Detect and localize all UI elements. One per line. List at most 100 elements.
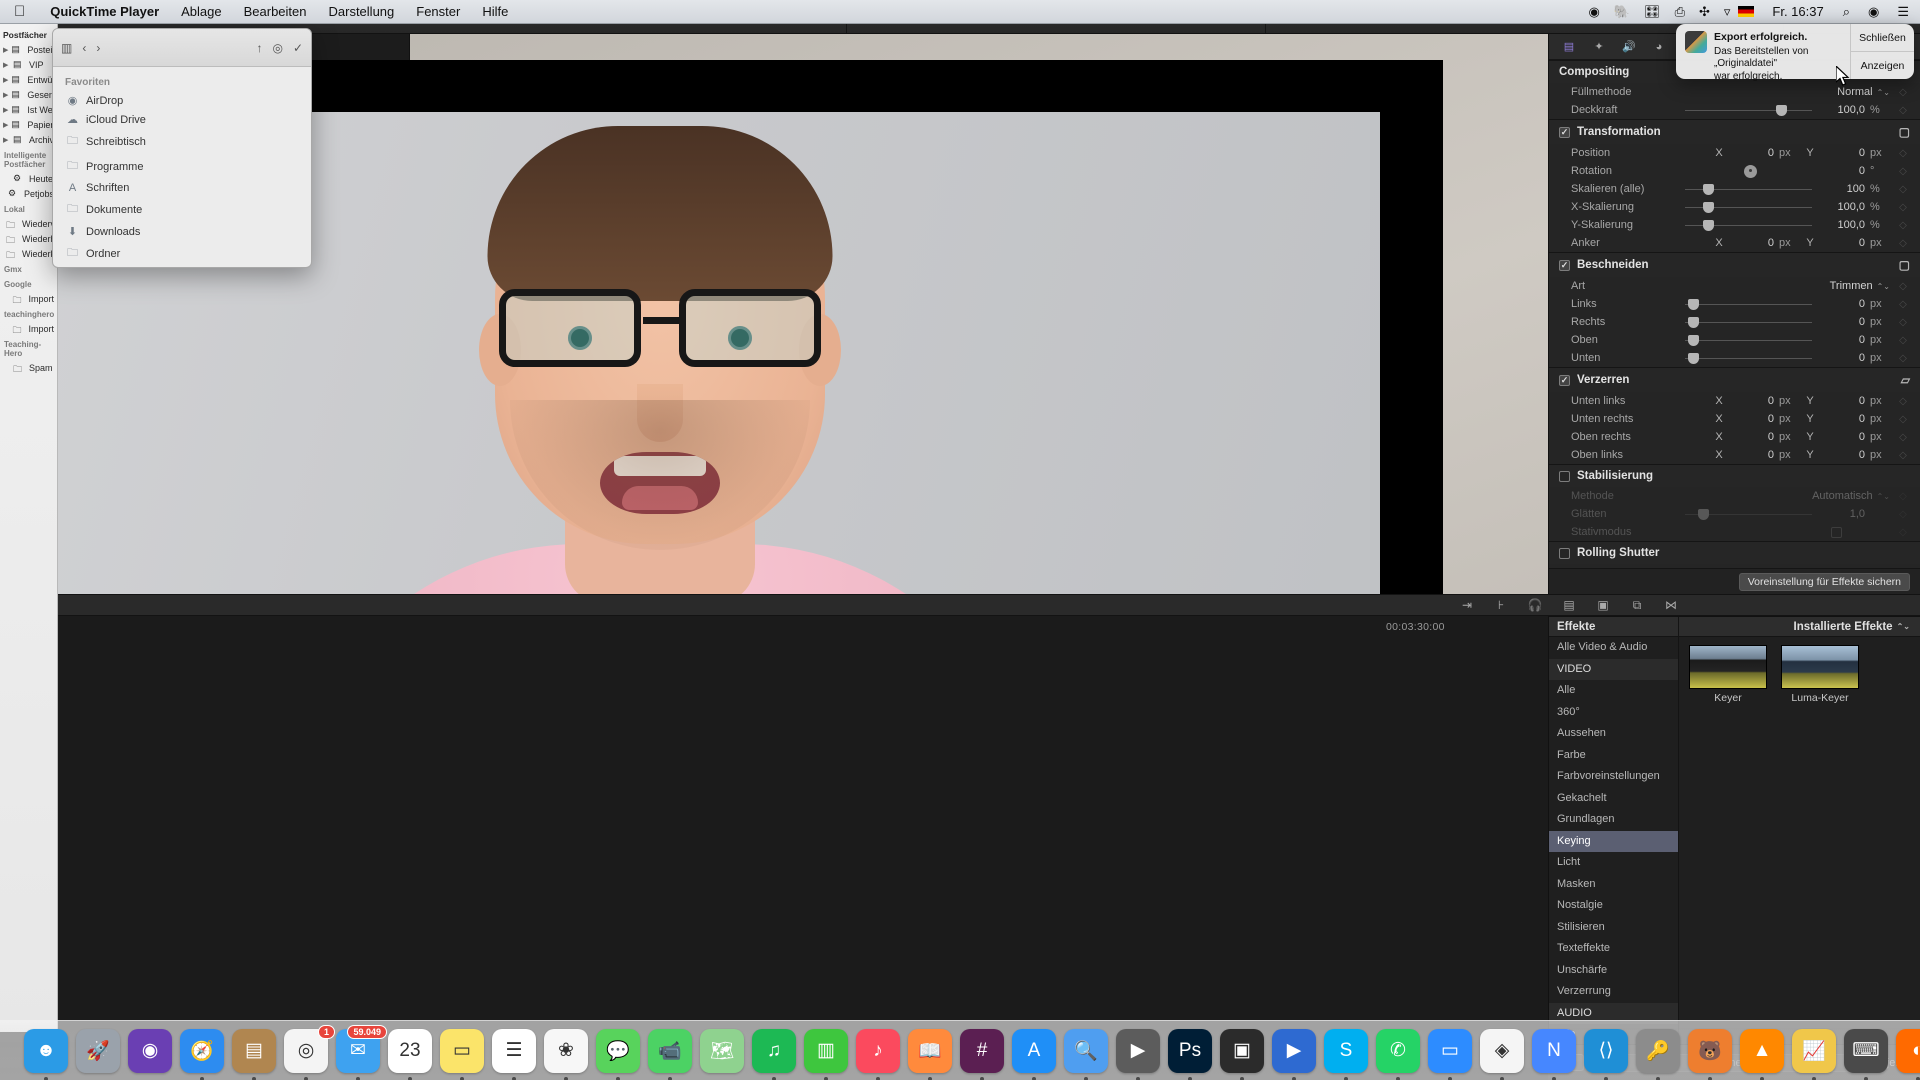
slider-knob[interactable] xyxy=(1776,104,1788,116)
dock-item-facetime[interactable]: 📹 xyxy=(648,1028,692,1080)
menu-items[interactable]: Ablage Bearbeiten Darstellung Fenster Hilfe xyxy=(170,4,519,19)
dock-item-siri[interactable]: ◉ xyxy=(128,1028,172,1073)
dock-item-calendar[interactable]: 23 xyxy=(388,1028,432,1080)
property-slider[interactable] xyxy=(1685,316,1812,328)
mail-sidebar-item[interactable]: ▶ ▤ VIP xyxy=(0,57,57,72)
video-inspector-icon[interactable]: ▤ xyxy=(1561,39,1577,55)
back-icon[interactable]: ‹ xyxy=(82,41,86,55)
dock-item-bear[interactable]: 🐻 xyxy=(1688,1028,1732,1080)
effects-category-nostalgie[interactable]: Nostalgie xyxy=(1549,895,1678,917)
dock-item-mail[interactable]: ✉ 59.049 xyxy=(336,1024,387,1080)
audio-meters-icon[interactable]: ⊦ xyxy=(1492,596,1510,614)
detach-icon[interactable]: ⧉ xyxy=(1628,596,1646,614)
inspector-property-row[interactable]: Rotation 0 ° ◇ xyxy=(1549,162,1920,180)
macos-dock[interactable]: ☻ 🚀 ◉ 🧭 ▤ ◎ 1 ✉ 59.049 23 ▭ ☰ ❀ 💬 📹 🗺 ♫ ▥ ♪ 📖 # A 🔍 ▶ Ps ▣ ▶ S ✆ ▭ ◈ N ⟨… xyxy=(0,1020,1920,1080)
finder-favorites-list[interactable]: ◉ AirDrop ☁ iCloud Drive 🗀 Schreibtisch 🗀 Progr… xyxy=(59,91,305,266)
property-slider[interactable] xyxy=(1685,201,1812,213)
notification-close-button[interactable]: Schließen xyxy=(1851,24,1914,51)
inspector-property-row[interactable]: Unten links X 0 px Y 0 px ◇ xyxy=(1549,392,1920,410)
dock-item-preview[interactable]: 🔍 xyxy=(1064,1028,1108,1080)
slider-knob[interactable] xyxy=(1687,298,1699,310)
dock-item-messages[interactable]: 💬 xyxy=(596,1028,640,1080)
effects-category-stilisieren[interactable]: Stilisieren xyxy=(1549,917,1678,939)
inspector-property-row[interactable]: Methode Automatisch ⌃⌄ ◇ xyxy=(1549,487,1920,505)
inspector-property-row[interactable]: Glätten 1,0 ◇ xyxy=(1549,505,1920,523)
evernote-icon[interactable]: 🐘 xyxy=(1608,4,1636,20)
menu-status-icons[interactable]: ◉ 🐘 🎛 ⎙ ✣ ▿ xyxy=(1575,4,1763,20)
inspector-section-header[interactable]: Stabilisierung xyxy=(1549,464,1920,487)
finder-toolbar[interactable]: ▥ ‹ › ↑ ◎ ✓ xyxy=(53,29,311,67)
mail-sidebar-item[interactable]: 🗀Wiedervorlage xyxy=(0,216,57,231)
inspector-property-row[interactable]: Skalieren (alle) 100% ◇ xyxy=(1549,180,1920,198)
effect-item[interactable]: Luma-Keyer xyxy=(1781,645,1859,704)
dock-item-keyboard[interactable]: ⌨ xyxy=(1844,1028,1888,1080)
finder-window[interactable]: ▥ ‹ › ↑ ◎ ✓ Favoriten ◉ AirDrop ☁ iCloud Dr… xyxy=(52,28,312,268)
effects-category-farbvoreinstellungen[interactable]: Farbvoreinstellungen xyxy=(1549,766,1678,788)
dock-item-skype[interactable]: S xyxy=(1324,1028,1368,1080)
menu-item-bearbeiten[interactable]: Bearbeiten xyxy=(233,4,318,19)
timeline-toolbar[interactable]: ⇥ ⊦ 🎧 ▤ ▣ ⧉ ⋈ xyxy=(0,594,1920,616)
effects-category-video[interactable]: VIDEO xyxy=(1549,658,1678,680)
slider-knob[interactable] xyxy=(1697,508,1709,520)
notification-banner[interactable]: Export erfolgreich. Das Bereitstellen vo… xyxy=(1676,24,1914,82)
rotation-dial[interactable] xyxy=(1744,164,1757,178)
audio-inspector-icon[interactable]: 🔊 xyxy=(1621,39,1637,55)
property-slider[interactable] xyxy=(1685,508,1812,520)
inspector-property-row[interactable]: Position X 0 px Y 0 px ◇ xyxy=(1549,144,1920,162)
installed-effects-popup[interactable]: Installierte Effekte ⌃⌄ xyxy=(1679,621,1920,633)
mail-sidebar-item[interactable]: ▶ ▤ Archiv xyxy=(0,132,57,147)
finder-sidebar-item[interactable]: ⬇ Downloads xyxy=(59,222,305,241)
generator-inspector-icon[interactable]: ✦ xyxy=(1591,39,1607,55)
dock-item-keychain[interactable]: 🔑 xyxy=(1636,1028,1680,1080)
slider-knob[interactable] xyxy=(1702,219,1714,231)
property-slider[interactable] xyxy=(1685,104,1812,116)
dock-item-launchpad[interactable]: 🚀 xyxy=(76,1028,120,1073)
notification-show-button[interactable]: Anzeigen xyxy=(1851,51,1914,79)
effects-category-licht[interactable]: Licht xyxy=(1549,852,1678,874)
inspector-property-row[interactable]: Unten rechts X 0 px Y 0 px ◇ xyxy=(1549,410,1920,428)
bartender-icon[interactable]: 🎛 xyxy=(1638,4,1667,20)
airplay-icon[interactable]: ⎙ xyxy=(1669,4,1691,20)
effects-category-texteffekte[interactable]: Texteffekte xyxy=(1549,938,1678,960)
inspector-property-row[interactable]: Oben rechts X 0 px Y 0 px ◇ xyxy=(1549,428,1920,446)
effects-category-grundlagen[interactable]: Grundlagen xyxy=(1549,809,1678,831)
finder-sidebar-item[interactable]: ☁ iCloud Drive xyxy=(59,110,305,129)
mail-sidebar-item[interactable]: ⚙ Heute xyxy=(0,171,57,186)
disclosure-triangle-icon[interactable]: ▶ xyxy=(3,136,10,144)
section-enable-checkbox[interactable] xyxy=(1559,470,1570,482)
dock-item-finder[interactable]: ☻ xyxy=(24,1028,68,1080)
notification-center-icon[interactable]: ☰ xyxy=(1888,4,1920,20)
property-slider[interactable] xyxy=(1685,334,1812,346)
slider-knob[interactable] xyxy=(1687,316,1699,328)
dock-item-slack[interactable]: # xyxy=(960,1028,1004,1080)
property-value-x[interactable]: 0 xyxy=(1730,449,1774,461)
effects-grid[interactable]: Keyer Luma-Keyer xyxy=(1679,637,1920,1044)
effects-category-gekachelt[interactable]: Gekachelt xyxy=(1549,788,1678,810)
effects-category-masken[interactable]: Masken xyxy=(1549,874,1678,896)
dock-item-nord-vpn[interactable]: N xyxy=(1532,1028,1576,1080)
fcp-effects-browser[interactable]: Effekte Installierte Effekte ⌃⌄ Alle Vid… xyxy=(1548,616,1920,1044)
dock-item-spotify[interactable]: ♫ xyxy=(752,1028,796,1080)
effects-category-unsch-rfe[interactable]: Unschärfe xyxy=(1549,960,1678,982)
property-popup[interactable]: Automatisch ⌃⌄ xyxy=(1812,490,1890,502)
mail-sidebar-item[interactable]: ▶▤Entwürfe xyxy=(0,72,57,87)
menu-app-name[interactable]: QuickTime Player xyxy=(39,4,170,19)
section-enable-checkbox[interactable]: ✓ xyxy=(1559,374,1570,386)
dock-item-safari[interactable]: 🧭 xyxy=(180,1028,224,1080)
sync-icon[interactable]: ⋈ xyxy=(1662,596,1680,614)
dock-item-music[interactable]: ♪ xyxy=(856,1028,900,1080)
appearance-icon[interactable]: ▣ xyxy=(1594,596,1612,614)
inspector-property-row[interactable]: Rechts 0 px ◇ xyxy=(1549,313,1920,331)
effects-category-farbe[interactable]: Farbe xyxy=(1549,745,1678,767)
search-icon[interactable]: ⌕ xyxy=(1834,4,1859,20)
effects-category-alle[interactable]: Alle xyxy=(1549,680,1678,702)
menu-clock[interactable]: Fr. 16:37 xyxy=(1762,4,1833,19)
property-value-x[interactable]: 0 xyxy=(1730,413,1774,425)
dock-item-app-store[interactable]: A xyxy=(1012,1028,1056,1080)
mail-sidebar-item[interactable]: 🗀Wiederkehrend xyxy=(0,246,57,261)
dock-item-visual-studio-code[interactable]: ⟨⟩ xyxy=(1584,1028,1628,1080)
finder-sidebar-item[interactable]: 🗀 Ordner xyxy=(59,241,305,266)
property-slider[interactable] xyxy=(1685,298,1812,310)
inspector-section-header[interactable]: ✓ Transformation ▢ xyxy=(1549,119,1920,144)
finder-sidebar-item[interactable]: ◉ AirDrop xyxy=(59,91,305,110)
